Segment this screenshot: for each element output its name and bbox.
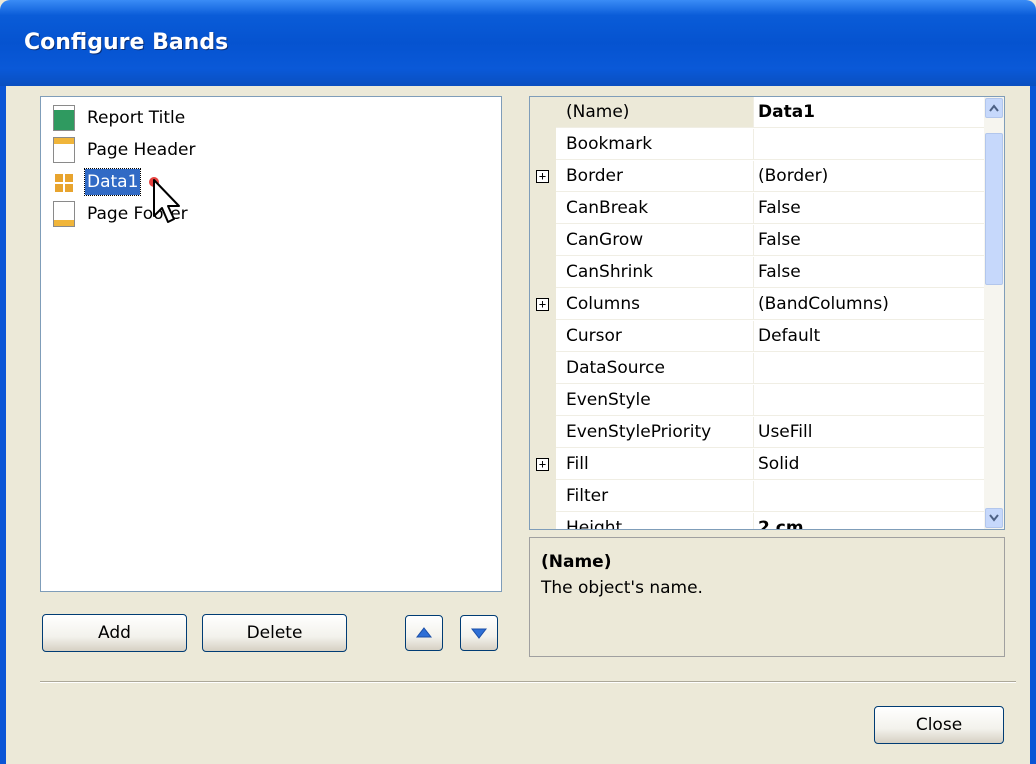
- close-button[interactable]: Close: [874, 706, 1004, 744]
- property-row-filter[interactable]: Filter: [530, 481, 986, 513]
- row-gutter: [530, 417, 556, 449]
- band-label: Report Title: [87, 108, 186, 128]
- expand-plus-icon[interactable]: +: [536, 298, 549, 311]
- property-name: Columns: [556, 289, 754, 320]
- window-frame-left: [0, 86, 6, 764]
- band-label: Data1: [83, 168, 142, 196]
- property-row-bookmark[interactable]: Bookmark: [530, 129, 986, 161]
- page-footer-band-icon: [53, 201, 75, 227]
- band-item-report-title[interactable]: Report Title: [53, 103, 187, 133]
- expand-plus-icon[interactable]: +: [536, 170, 549, 183]
- chevron-up-icon: [989, 104, 999, 112]
- row-gutter: [530, 513, 556, 529]
- arrow-down-icon: [470, 628, 488, 639]
- data-band-icon: [53, 169, 75, 195]
- property-value[interactable]: Data1: [754, 97, 986, 128]
- property-value[interactable]: (BandColumns): [754, 289, 986, 320]
- property-description-panel: (Name) The object's name.: [529, 537, 1005, 657]
- row-gutter: [530, 97, 556, 129]
- property-row-canshrink[interactable]: CanShrink False: [530, 257, 986, 289]
- property-name: Height: [556, 513, 754, 529]
- band-item-data1[interactable]: Data1: [53, 167, 142, 197]
- property-value[interactable]: Solid: [754, 449, 986, 480]
- property-row-evenstylepriority[interactable]: EvenStylePriority UseFill: [530, 417, 986, 449]
- property-name: Cursor: [556, 321, 754, 352]
- row-gutter: +: [530, 161, 556, 193]
- row-gutter: [530, 321, 556, 353]
- property-value[interactable]: False: [754, 193, 986, 224]
- property-value[interactable]: UseFill: [754, 417, 986, 448]
- property-row-fill[interactable]: + Fill Solid: [530, 449, 986, 481]
- property-value[interactable]: [754, 481, 986, 512]
- property-name: Border: [556, 161, 754, 192]
- property-grid-scrollbar[interactable]: [984, 97, 1004, 529]
- add-button-label: Add: [98, 623, 131, 643]
- property-name: (Name): [556, 97, 754, 128]
- property-row-border[interactable]: + Border (Border): [530, 161, 986, 193]
- scroll-up-button[interactable]: [985, 98, 1003, 118]
- property-row-height[interactable]: Height 2 cm: [530, 513, 986, 529]
- title-bar[interactable]: Configure Bands: [0, 0, 1036, 86]
- property-value[interactable]: False: [754, 257, 986, 288]
- description-text: The object's name.: [541, 578, 703, 598]
- band-item-page-header[interactable]: Page Header: [53, 135, 197, 165]
- arrow-up-icon: [415, 627, 433, 638]
- row-gutter: +: [530, 289, 556, 321]
- report-title-band-icon: [53, 105, 75, 131]
- property-value[interactable]: Default: [754, 321, 986, 352]
- scroll-down-button[interactable]: [985, 508, 1003, 528]
- row-gutter: [530, 257, 556, 289]
- property-row-cursor[interactable]: Cursor Default: [530, 321, 986, 353]
- property-name: CanBreak: [556, 193, 754, 224]
- property-value[interactable]: False: [754, 225, 986, 256]
- row-gutter: [530, 193, 556, 225]
- property-value[interactable]: [754, 353, 986, 384]
- property-value[interactable]: [754, 129, 986, 160]
- row-gutter: [530, 353, 556, 385]
- property-name: Bookmark: [556, 129, 754, 160]
- row-gutter: +: [530, 449, 556, 481]
- move-up-button[interactable]: [405, 615, 443, 651]
- row-gutter: [530, 385, 556, 417]
- window-frame-right: [1030, 86, 1036, 764]
- property-row-name[interactable]: (Name) Data1: [530, 97, 986, 129]
- close-button-label: Close: [915, 715, 963, 735]
- delete-button[interactable]: Delete: [202, 614, 347, 652]
- property-row-datasource[interactable]: DataSource: [530, 353, 986, 385]
- property-name: Fill: [556, 449, 754, 480]
- property-name: DataSource: [556, 353, 754, 384]
- move-down-button[interactable]: [460, 615, 498, 651]
- divider: [40, 681, 1016, 683]
- property-name: CanGrow: [556, 225, 754, 256]
- property-value[interactable]: (Border): [754, 161, 986, 192]
- band-list[interactable]: Report Title Page Header Data1 Page Foot…: [40, 96, 502, 592]
- property-name: EvenStyle: [556, 385, 754, 416]
- mouse-cursor-icon: [149, 177, 180, 223]
- delete-button-label: Delete: [246, 623, 303, 643]
- chevron-down-icon: [989, 514, 999, 522]
- property-name: Filter: [556, 481, 754, 512]
- configure-bands-dialog: Configure Bands Report Title Page Header…: [0, 0, 1036, 764]
- property-value[interactable]: 2 cm: [754, 513, 986, 529]
- property-row-columns[interactable]: + Columns (BandColumns): [530, 289, 986, 321]
- property-row-evenstyle[interactable]: EvenStyle: [530, 385, 986, 417]
- description-title: (Name): [541, 552, 612, 572]
- row-gutter: [530, 129, 556, 161]
- property-name: EvenStylePriority: [556, 417, 754, 448]
- page-header-band-icon: [53, 137, 75, 163]
- scroll-thumb[interactable]: [985, 133, 1003, 285]
- add-button[interactable]: Add: [42, 614, 187, 652]
- property-row-cangrow[interactable]: CanGrow False: [530, 225, 986, 257]
- band-label: Page Header: [87, 140, 196, 160]
- window-title: Configure Bands: [24, 30, 229, 55]
- property-row-canbreak[interactable]: CanBreak False: [530, 193, 986, 225]
- row-gutter: [530, 225, 556, 257]
- expand-plus-icon[interactable]: +: [536, 458, 549, 471]
- row-gutter: [530, 481, 556, 513]
- property-value[interactable]: [754, 385, 986, 416]
- property-grid[interactable]: (Name) Data1 Bookmark + Border (Border) …: [529, 96, 1005, 530]
- property-name: CanShrink: [556, 257, 754, 288]
